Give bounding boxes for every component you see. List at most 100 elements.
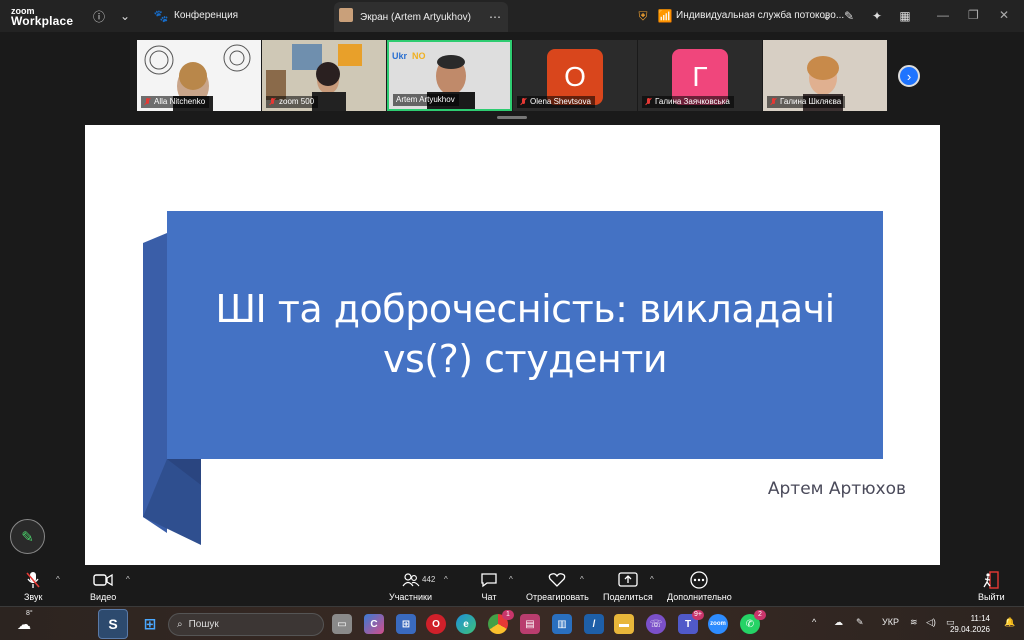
annotate-pen-icon[interactable]: ✎ bbox=[840, 7, 858, 25]
chevron-down-icon[interactable]: ⌄ bbox=[116, 7, 134, 25]
camera-icon bbox=[93, 570, 113, 590]
next-page-button[interactable]: › bbox=[898, 65, 920, 87]
pen-tray-icon[interactable]: ✎ bbox=[856, 617, 864, 628]
zoom-logo: zoom Workplace bbox=[11, 6, 74, 28]
mic-muted-icon bbox=[25, 570, 41, 590]
layout-grid-icon[interactable]: ▦ bbox=[896, 7, 914, 25]
chat-button[interactable]: Чат bbox=[480, 570, 498, 602]
chat-bubble-icon bbox=[480, 570, 498, 590]
paw-icon: 🐾 bbox=[153, 9, 169, 23]
restore-icon[interactable]: ❐ bbox=[968, 8, 979, 22]
participant-tile[interactable]: Alla Nitchenko bbox=[137, 40, 261, 111]
notification-bell-icon[interactable]: 🔔 bbox=[1004, 617, 1015, 628]
strip-resize-handle[interactable] bbox=[497, 116, 527, 119]
taskbar-search-input[interactable]: ⌕ Пошук bbox=[168, 613, 324, 636]
shield-icon[interactable]: ⛨ bbox=[634, 7, 652, 25]
system-clock[interactable]: 11:14 29.04.2026 bbox=[950, 613, 990, 635]
teams-icon[interactable]: T 9+ bbox=[678, 610, 704, 634]
video-button[interactable]: Видео bbox=[90, 570, 116, 602]
edge-icon[interactable]: e bbox=[456, 614, 476, 634]
audio-button[interactable]: Звук bbox=[24, 570, 42, 602]
participants-count: 442 bbox=[422, 575, 436, 584]
zoom-meeting-window: zoom Workplace ⓘ ⌄ 🐾 Конференция Экран (… bbox=[0, 0, 1024, 640]
chat-options-caret[interactable]: ^ bbox=[509, 575, 513, 584]
weather-temp: 8° bbox=[26, 610, 33, 617]
participant-tile[interactable]: Галина Шкляєва bbox=[763, 40, 887, 111]
language-indicator[interactable]: УКР bbox=[882, 617, 899, 627]
participant-tile[interactable]: zoom 500 bbox=[262, 40, 386, 111]
windows-start-icon[interactable]: ⊞ bbox=[140, 614, 160, 634]
wifi-icon[interactable]: ≋ bbox=[910, 617, 918, 628]
participant-name: Alla Nitchenko bbox=[141, 96, 210, 108]
title-bar: zoom Workplace ⓘ ⌄ 🐾 Конференция Экран (… bbox=[0, 0, 1024, 32]
signal-icon: 📶 bbox=[657, 9, 673, 23]
sharer-avatar-icon bbox=[339, 8, 353, 22]
annotate-button[interactable]: ✎ bbox=[10, 519, 45, 554]
whatsapp-icon[interactable]: ✆ 2 bbox=[740, 610, 766, 634]
mic-off-icon bbox=[770, 98, 777, 106]
sparkle-icon[interactable]: ✦ bbox=[868, 7, 886, 25]
participant-tile-active[interactable]: Ukr NO Artem Artyukhov bbox=[387, 40, 512, 111]
more-options-icon[interactable]: ⋯ bbox=[486, 8, 504, 26]
screen-tab-label: Экран (Artem Artyukhov) bbox=[360, 12, 472, 23]
participant-name: Artem Artyukhov bbox=[393, 94, 459, 106]
leave-button[interactable]: Выйти bbox=[978, 570, 1005, 602]
file-explorer-icon[interactable]: ▬ bbox=[614, 614, 634, 634]
participants-options-caret[interactable]: ^ bbox=[444, 575, 448, 584]
svg-text:Ukr: Ukr bbox=[392, 51, 408, 61]
outlook-icon[interactable]: ▥ bbox=[552, 614, 572, 634]
react-options-caret[interactable]: ^ bbox=[580, 575, 584, 584]
participant-name: Галина Шкляєва bbox=[767, 96, 846, 108]
pencil-icon: ✎ bbox=[21, 528, 34, 546]
participant-tile[interactable]: O Olena Shevtsova bbox=[513, 40, 637, 111]
azure-icon[interactable]: / bbox=[584, 614, 604, 634]
svg-text:NO: NO bbox=[412, 51, 426, 61]
exit-door-icon bbox=[982, 570, 1000, 590]
task-view-icon[interactable]: ▭ bbox=[332, 614, 352, 634]
chrome-badge: 1 bbox=[502, 610, 514, 620]
people-icon bbox=[402, 570, 420, 590]
participant-name: Галина Заячковська bbox=[642, 96, 734, 108]
meeting-label[interactable]: Конференция bbox=[174, 10, 238, 21]
viber-icon[interactable]: ☏ bbox=[646, 614, 666, 634]
slide-author: Артем Артюхов bbox=[767, 479, 906, 499]
video-options-caret[interactable]: ^ bbox=[126, 575, 130, 584]
mic-off-icon bbox=[645, 98, 652, 106]
logo-line2: Workplace bbox=[11, 14, 74, 28]
info-icon[interactable]: ⓘ bbox=[90, 7, 108, 25]
audio-options-caret[interactable]: ^ bbox=[56, 575, 60, 584]
volume-icon[interactable]: ◁) bbox=[926, 617, 936, 628]
teams-badge: 9+ bbox=[692, 610, 704, 620]
participant-name: zoom 500 bbox=[266, 96, 319, 108]
share-screen-icon bbox=[618, 570, 638, 590]
mic-off-icon bbox=[144, 98, 151, 106]
clock-date: 29.04.2026 bbox=[949, 625, 990, 634]
snipping-tool-icon[interactable]: S bbox=[98, 609, 128, 639]
more-button[interactable]: Дополнительно bbox=[667, 570, 732, 602]
slide-title: ШІ та доброчесність: викладачі vs(?) сту… bbox=[215, 287, 835, 381]
tray-chevron-up-icon[interactable]: ^ bbox=[812, 617, 816, 627]
mic-off-icon bbox=[269, 98, 276, 106]
opera-icon[interactable]: O bbox=[426, 614, 446, 634]
mic-off-icon bbox=[520, 98, 527, 106]
windows-taskbar: ☁ 8° S ⊞ ⌕ Пошук ▭ C ⊞ O e 1 ▤ ▥ / ▬ ☏ T… bbox=[0, 606, 1024, 640]
store-icon[interactable]: ⊞ bbox=[396, 614, 416, 634]
app-icon[interactable]: ▤ bbox=[520, 614, 540, 634]
zoom-app-icon[interactable]: zoom bbox=[708, 614, 728, 634]
onedrive-icon[interactable]: ☁ bbox=[834, 617, 843, 628]
minimize-icon[interactable]: — bbox=[937, 8, 949, 22]
meeting-toolbar: Звук ^ Видео ^ Участники 442 ^ Чат ^ Отр… bbox=[0, 566, 1024, 606]
share-button[interactable]: Поделиться bbox=[603, 570, 653, 602]
screen-share-tab[interactable]: Экран (Artem Artyukhov) ⋯ bbox=[334, 2, 508, 32]
participant-strip: Alla Nitchenko zoom 500 Ukr NO Artem Art… bbox=[0, 32, 1024, 122]
whatsapp-badge: 2 bbox=[754, 610, 766, 620]
search-icon: ⌕ bbox=[177, 619, 183, 630]
weather-cloud-icon[interactable]: ☁ bbox=[12, 614, 36, 634]
copilot-icon[interactable]: C bbox=[364, 614, 384, 634]
chevron-down-icon[interactable]: ⌄ bbox=[818, 7, 836, 25]
more-dots-icon bbox=[690, 570, 709, 590]
close-icon[interactable]: ✕ bbox=[999, 8, 1009, 22]
chrome-icon[interactable]: 1 bbox=[488, 610, 514, 634]
participant-tile[interactable]: Г Галина Заячковська bbox=[638, 40, 762, 111]
share-options-caret[interactable]: ^ bbox=[650, 575, 654, 584]
